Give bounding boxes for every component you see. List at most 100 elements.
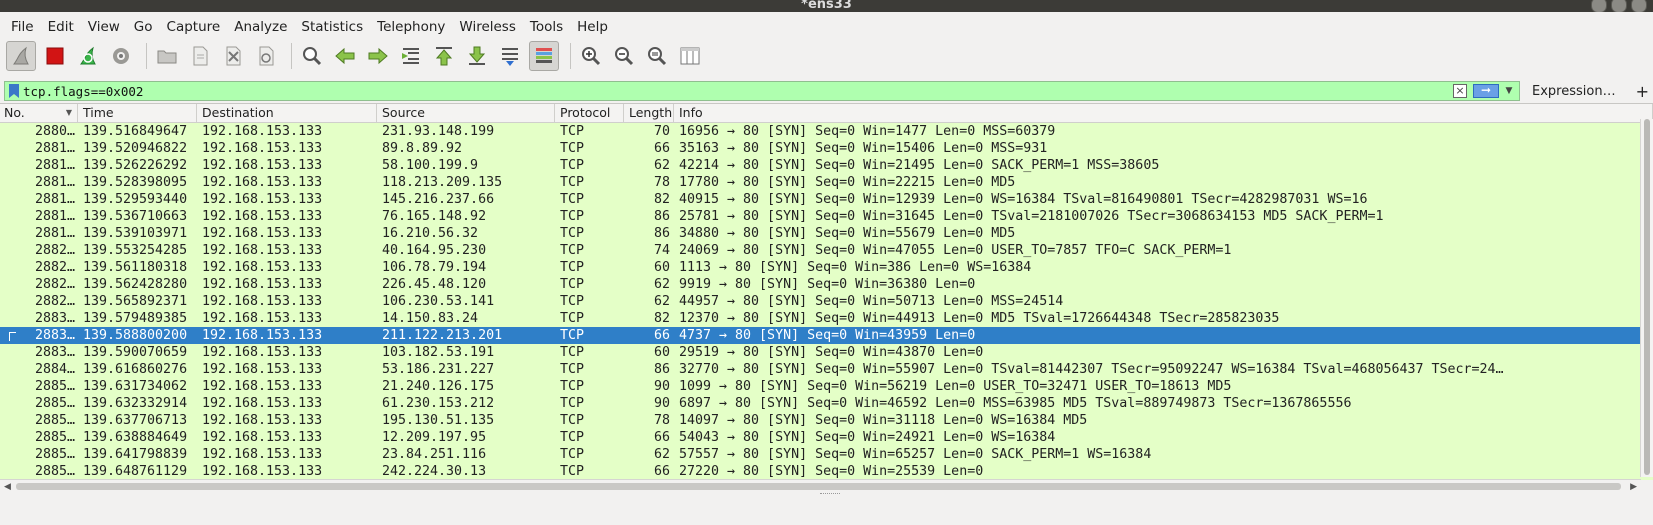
horizontal-scrollbar[interactable]: ◀ ▶: [0, 479, 1641, 494]
cell-length: 70: [653, 124, 670, 139]
autoscroll-icon[interactable]: [496, 42, 524, 70]
column-header-length[interactable]: Length: [624, 104, 674, 122]
table-row[interactable]: 2884… 139.616860276 192.168.153.133 53.186.…: [0, 361, 1653, 378]
maximize-button[interactable]: [1611, 0, 1627, 12]
cell-time: 139.590070659: [83, 345, 188, 360]
main-toolbar: [0, 38, 1653, 74]
cell-source: 195.130.51.135: [382, 413, 495, 428]
column-header-time[interactable]: Time: [78, 104, 197, 122]
go-to-packet-icon[interactable]: [397, 42, 425, 70]
vertical-scrollbar[interactable]: [1640, 119, 1653, 477]
cell-protocol: TCP: [560, 226, 585, 241]
zoom-in-icon[interactable]: [577, 42, 605, 70]
find-magnifier-icon[interactable]: [298, 42, 326, 70]
vertical-scrollbar-thumb[interactable]: [1644, 119, 1650, 475]
table-row[interactable]: 2881… 139.528398095 192.168.153.133 118.213…: [0, 174, 1653, 191]
open-folder-icon[interactable]: [153, 42, 181, 70]
cell-destination: 192.168.153.133: [202, 158, 323, 173]
table-row[interactable]: 2885… 139.631734062 192.168.153.133 21.240.…: [0, 378, 1653, 395]
column-header-source[interactable]: Source: [377, 104, 555, 122]
go-forward-arrow-icon[interactable]: [364, 42, 392, 70]
apply-filter-arrow-icon[interactable]: ➞: [1473, 84, 1500, 98]
go-first-packet-icon[interactable]: [430, 42, 458, 70]
table-row[interactable]: 2881… 139.536710663 192.168.153.133 76.165.…: [0, 208, 1653, 225]
close-file-icon[interactable]: [219, 42, 247, 70]
table-row[interactable]: 2885… 139.648761129 192.168.153.133 242.224…: [0, 463, 1653, 480]
table-row[interactable]: 2883… 139.590070659 192.168.153.133 103.182…: [0, 344, 1653, 361]
cell-protocol: TCP: [560, 141, 585, 156]
shark-fin-start-icon[interactable]: [6, 41, 36, 71]
zoom-out-icon[interactable]: [610, 42, 638, 70]
table-row[interactable]: 2882… 139.553254285 192.168.153.133 40.164.…: [0, 242, 1653, 259]
menu-view[interactable]: View: [81, 19, 127, 35]
zoom-normal-icon[interactable]: [643, 42, 671, 70]
display-filter-input[interactable]: [23, 83, 1383, 99]
reload-icon[interactable]: [252, 42, 280, 70]
scroll-left-icon[interactable]: ◀: [4, 482, 11, 492]
menu-telephony[interactable]: Telephony: [370, 19, 452, 35]
cell-length: 66: [653, 141, 670, 156]
cell-time: 139.561180318: [83, 260, 188, 275]
resize-columns-icon[interactable]: [676, 42, 704, 70]
menu-tools[interactable]: Tools: [523, 19, 570, 35]
table-row[interactable]: 2883… 139.579489385 192.168.153.133 14.150.…: [0, 310, 1653, 327]
stop-square-icon[interactable]: [41, 42, 69, 70]
bookmark-icon[interactable]: [8, 84, 20, 98]
table-row[interactable]: 2885… 139.638884649 192.168.153.133 12.209.…: [0, 429, 1653, 446]
table-row[interactable]: 2885… 139.641798839 192.168.153.133 23.84.2…: [0, 446, 1653, 463]
cell-no: 2883…: [34, 345, 75, 360]
cell-no: 2885…: [34, 413, 75, 428]
cell-no: 2885…: [34, 430, 75, 445]
cell-no: 2880…: [34, 124, 75, 139]
filter-history-dropdown-icon[interactable]: ▼: [1503, 84, 1515, 98]
close-window-button[interactable]: [1631, 0, 1647, 12]
go-last-packet-icon[interactable]: [463, 42, 491, 70]
table-row[interactable]: 2881… 139.539103971 192.168.153.133 16.210.…: [0, 225, 1653, 242]
packet-details-pane: [0, 498, 1653, 525]
cell-no: 2882…: [34, 260, 75, 275]
display-filter-field[interactable]: × ➞ ▼: [4, 81, 1521, 101]
expression-button[interactable]: Expression…: [1532, 84, 1616, 99]
menu-capture[interactable]: Capture: [160, 19, 228, 35]
menu-statistics[interactable]: Statistics: [294, 19, 370, 35]
table-row[interactable]: 2881… 139.529593440 192.168.153.133 145.216…: [0, 191, 1653, 208]
menu-file[interactable]: File: [4, 19, 41, 35]
cell-no: 2885…: [34, 447, 75, 462]
menu-edit[interactable]: Edit: [41, 19, 81, 35]
table-row[interactable]: 2882… 139.562428280 192.168.153.133 226.45.…: [0, 276, 1653, 293]
cell-time: 139.565892371: [83, 294, 188, 309]
restart-fin-icon[interactable]: [74, 42, 102, 70]
save-file-icon[interactable]: [186, 42, 214, 70]
menu-analyze[interactable]: Analyze: [227, 19, 294, 35]
clear-filter-icon[interactable]: ×: [1453, 84, 1468, 98]
column-header-no[interactable]: No. ▼: [0, 104, 78, 122]
table-row[interactable]: 2881… 139.520946822 192.168.153.133 89.8.89…: [0, 140, 1653, 157]
add-filter-button[interactable]: +: [1636, 82, 1649, 101]
cell-time: 139.638884649: [83, 430, 188, 445]
selected-table-row[interactable]: 2883… 139.588800200 192.168.153.133 211.122…: [0, 327, 1653, 344]
column-header-info[interactable]: Info: [674, 104, 1653, 122]
go-back-arrow-icon[interactable]: [331, 42, 359, 70]
menu-help[interactable]: Help: [570, 19, 615, 35]
menu-wireless[interactable]: Wireless: [452, 19, 523, 35]
toolbar-separator: [570, 43, 571, 69]
table-row[interactable]: 2885… 139.637706713 192.168.153.133 195.130…: [0, 412, 1653, 429]
table-row[interactable]: 2882… 139.565892371 192.168.153.133 106.230…: [0, 293, 1653, 310]
capture-options-gear-icon[interactable]: [107, 42, 135, 70]
scroll-right-icon[interactable]: ▶: [1630, 482, 1637, 492]
cell-info: 42214 → 80 [SYN] Seq=0 Win=21495 Len=0 S…: [679, 158, 1160, 173]
colorize-icon[interactable]: [529, 41, 559, 71]
cell-destination: 192.168.153.133: [202, 141, 323, 156]
cell-no: 2881…: [34, 209, 75, 224]
column-header-destination[interactable]: Destination: [197, 104, 377, 122]
horizontal-scrollbar-thumb[interactable]: [16, 483, 1621, 490]
table-row[interactable]: 2885… 139.632332914 192.168.153.133 61.230.…: [0, 395, 1653, 412]
table-row[interactable]: 2882… 139.561180318 192.168.153.133 106.78.…: [0, 259, 1653, 276]
cell-info: 54043 → 80 [SYN] Seq=0 Win=24921 Len=0 W…: [679, 430, 1056, 445]
cell-info: 14097 → 80 [SYN] Seq=0 Win=31118 Len=0 W…: [679, 413, 1088, 428]
column-header-protocol[interactable]: Protocol: [555, 104, 624, 122]
table-row[interactable]: 2880… 139.516849647 192.168.153.133 231.93.…: [0, 123, 1653, 140]
minimize-button[interactable]: [1591, 0, 1607, 12]
table-row[interactable]: 2881… 139.526226292 192.168.153.133 58.100.…: [0, 157, 1653, 174]
menu-go[interactable]: Go: [127, 19, 160, 35]
